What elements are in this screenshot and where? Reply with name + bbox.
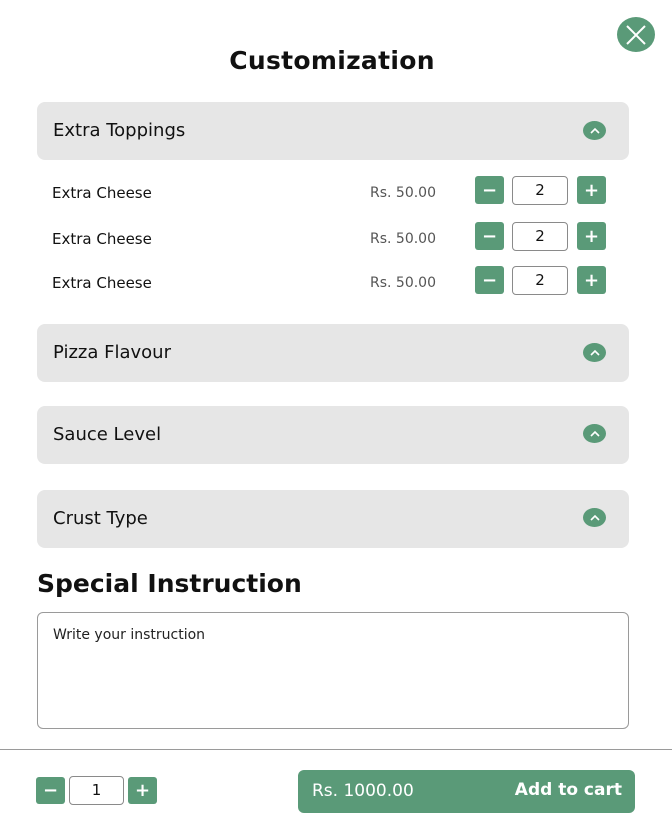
- quantity-field[interactable]: 2: [512, 222, 568, 251]
- topping-name: Extra Cheese: [52, 230, 152, 248]
- chevron-up-icon[interactable]: [583, 343, 606, 362]
- section-label: Sauce Level: [53, 424, 162, 445]
- chevron-up-icon[interactable]: [583, 424, 606, 443]
- special-instruction-input[interactable]: [37, 612, 629, 729]
- decrease-button[interactable]: −: [475, 176, 504, 204]
- footer-decrease-button[interactable]: −: [36, 777, 65, 804]
- footer-increase-button[interactable]: +: [128, 777, 157, 804]
- increase-button[interactable]: +: [577, 266, 606, 294]
- increase-button[interactable]: +: [577, 176, 606, 204]
- section-label: Crust Type: [53, 508, 148, 529]
- topping-row: Extra Cheese Rs. 50.00 − 2 +: [0, 222, 672, 254]
- add-to-cart-label: Add to cart: [514, 780, 622, 800]
- chevron-up-icon[interactable]: [583, 121, 606, 140]
- special-instruction-heading: Special Instruction: [37, 569, 302, 598]
- chevron-up-icon[interactable]: [583, 508, 606, 527]
- section-label: Pizza Flavour: [53, 342, 171, 363]
- close-x-icon: [626, 24, 646, 45]
- footer-divider: [0, 749, 672, 750]
- topping-row: Extra Cheese Rs. 50.00 − 2 +: [0, 266, 672, 298]
- section-sauce-level[interactable]: Sauce Level: [37, 406, 629, 464]
- section-crust-type[interactable]: Crust Type: [37, 490, 629, 548]
- topping-name: Extra Cheese: [52, 274, 152, 292]
- decrease-button[interactable]: −: [475, 222, 504, 250]
- footer-quantity-field[interactable]: 1: [69, 776, 124, 805]
- cart-total: Rs. 1000.00: [312, 781, 414, 801]
- topping-name: Extra Cheese: [52, 184, 152, 202]
- quantity-field[interactable]: 2: [512, 266, 568, 295]
- topping-price: Rs. 50.00: [370, 231, 437, 247]
- topping-price: Rs. 50.00: [370, 185, 437, 201]
- increase-button[interactable]: +: [577, 222, 606, 250]
- quantity-field[interactable]: 2: [512, 176, 568, 205]
- add-to-cart-button[interactable]: Rs. 1000.00 Add to cart: [298, 770, 635, 813]
- section-label: Extra Toppings: [53, 120, 186, 141]
- topping-price: Rs. 50.00: [370, 275, 437, 291]
- decrease-button[interactable]: −: [475, 266, 504, 294]
- section-pizza-flavour[interactable]: Pizza Flavour: [37, 324, 629, 382]
- topping-row: Extra Cheese Rs. 50.00 − 2 +: [0, 176, 672, 208]
- page-title: Customization: [229, 46, 435, 75]
- section-extra-toppings[interactable]: Extra Toppings: [37, 102, 629, 160]
